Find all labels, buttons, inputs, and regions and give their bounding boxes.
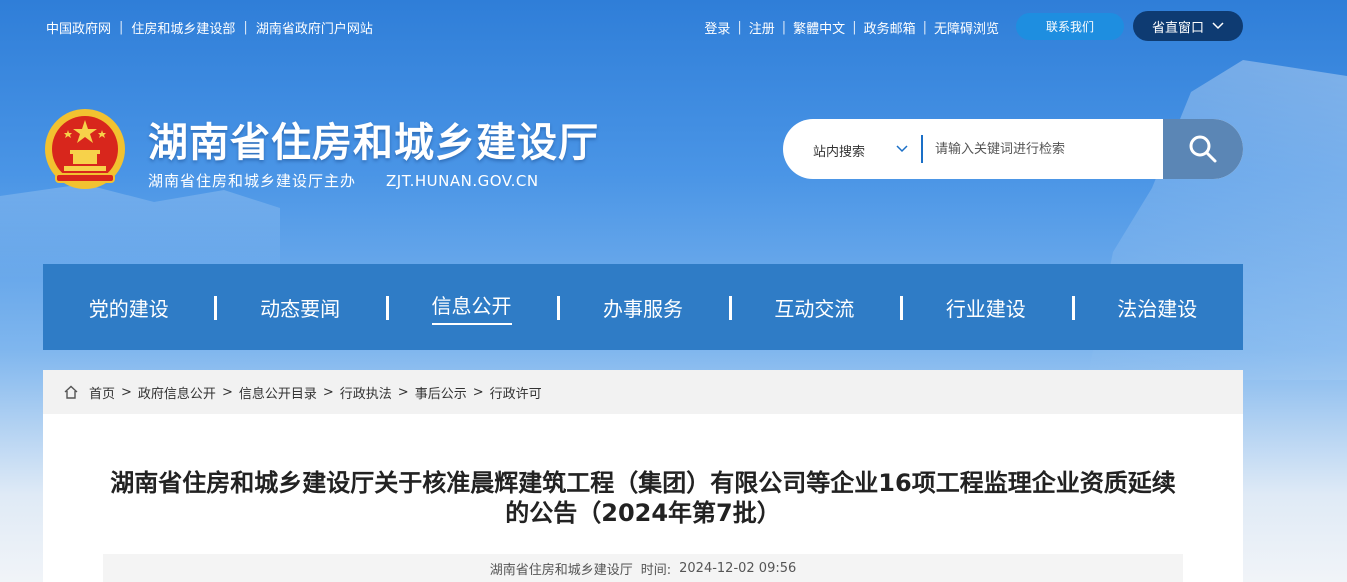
external-links: 中国政府网 | 住房和城乡建设部 | 湖南省政府门户网站: [46, 18, 373, 37]
article-time: 2024-12-02 09:56: [679, 560, 797, 576]
nav-rule-of-law[interactable]: 法治建设: [1071, 264, 1243, 350]
article-title: 湖南省住房和城乡建设厅关于核准晨辉建筑工程（集团）有限公司等企业16项工程监理企…: [110, 469, 1176, 527]
link-mohurd[interactable]: 住房和城乡建设部: [131, 18, 235, 37]
breadcrumb-gov-info[interactable]: 政府信息公开: [138, 383, 216, 402]
breadcrumb-separator: >: [322, 384, 334, 400]
nav-label: 行业建设: [945, 296, 1026, 321]
site-sponsor: 湖南省住房和城乡建设厅主办: [148, 172, 357, 190]
nav-party-building[interactable]: 党的建设: [43, 264, 214, 350]
article-source: 湖南省住房和城乡建设厅: [489, 562, 633, 578]
national-emblem-icon: [45, 109, 125, 189]
search-button[interactable]: [1163, 119, 1243, 179]
breadcrumb-admin-enforcement[interactable]: 行政执法: [340, 383, 392, 402]
article-meta: 湖南省住房和城乡建设厅 时间: 2024-12-02 09:56: [103, 554, 1183, 582]
chevron-down-icon[interactable]: [895, 141, 909, 155]
chevron-down-icon: [1212, 22, 1224, 30]
home-icon[interactable]: [63, 384, 79, 400]
provincial-window-label: 省直窗口: [1151, 20, 1204, 36]
separator: |: [852, 20, 857, 35]
search-input[interactable]: [933, 133, 1157, 165]
active-indicator: [466, 326, 477, 331]
site-title: 湖南省住房和城乡建设厅: [148, 120, 599, 166]
user-links: 登录 | 注册 | 繁體中文 | 政务邮箱 | 无障碍浏览: [704, 18, 999, 37]
site-domain: ZJT.HUNAN.GOV.CN: [386, 172, 539, 190]
separator: |: [737, 20, 742, 35]
article-panel: 湖南省住房和城乡建设厅关于核准晨辉建筑工程（集团）有限公司等企业16项工程监理企…: [43, 414, 1243, 582]
accessibility-link[interactable]: 无障碍浏览: [934, 18, 999, 37]
breadcrumb-separator: >: [397, 384, 409, 400]
provincial-window-dropdown[interactable]: 省直窗口: [1133, 11, 1243, 41]
breadcrumb-info-catalog[interactable]: 信息公开目录: [239, 383, 317, 402]
breadcrumb-separator: >: [121, 384, 132, 400]
gov-mail-link[interactable]: 政务邮箱: [864, 18, 916, 37]
breadcrumb-post-publicity[interactable]: 事后公示: [415, 383, 467, 402]
breadcrumb-admin-license[interactable]: 行政许可: [490, 383, 542, 402]
contact-us-button[interactable]: 联系我们: [1016, 13, 1124, 40]
search-box: 站内搜索: [783, 119, 1243, 179]
top-bar: 中国政府网 | 住房和城乡建设部 | 湖南省政府门户网站 登录 | 注册 | 繁…: [0, 0, 1347, 52]
separator: |: [781, 20, 787, 35]
separator: |: [119, 20, 124, 35]
breadcrumb-home[interactable]: 首页: [89, 383, 115, 402]
breadcrumb-separator: >: [472, 384, 484, 400]
nav-label: 党的建设: [88, 296, 169, 321]
link-hunan-gov[interactable]: 湖南省政府门户网站: [256, 18, 373, 37]
login-link[interactable]: 登录: [704, 18, 730, 37]
separator: |: [922, 20, 927, 35]
main-nav: 党的建设 动态要闻 信息公开 办事服务 互动交流 行业建设 法治建设: [43, 264, 1243, 350]
nav-services[interactable]: 办事服务: [557, 264, 728, 350]
nav-label: 互动交流: [774, 296, 855, 321]
contact-us-label: 联系我们: [1045, 20, 1094, 34]
link-gov-cn[interactable]: 中国政府网: [46, 18, 111, 37]
breadcrumb-separator: >: [221, 384, 233, 400]
search-scope-select[interactable]: 站内搜索: [813, 141, 865, 160]
nav-industry[interactable]: 行业建设: [900, 264, 1071, 350]
search-divider: [921, 135, 923, 163]
traditional-chinese-link[interactable]: 繁體中文: [793, 18, 845, 37]
nav-news[interactable]: 动态要闻: [214, 264, 385, 350]
nav-label: 办事服务: [602, 296, 683, 321]
site-subtitle: 湖南省住房和城乡建设厅主办 ZJT.HUNAN.GOV.CN: [148, 170, 539, 191]
nav-label: 动态要闻: [260, 296, 341, 321]
separator: |: [243, 20, 248, 35]
search-icon: [1189, 135, 1217, 163]
nav-interaction[interactable]: 互动交流: [728, 264, 900, 350]
nav-label: 信息公开: [431, 290, 512, 325]
nav-info-disclosure[interactable]: 信息公开: [385, 264, 557, 350]
register-link[interactable]: 注册: [749, 18, 775, 37]
nav-label: 法治建设: [1117, 296, 1198, 321]
breadcrumb: 首页 > 政府信息公开 > 信息公开目录 > 行政执法 > 事后公示 > 行政许…: [43, 370, 1243, 414]
article-time-label: 时间:: [640, 562, 672, 578]
